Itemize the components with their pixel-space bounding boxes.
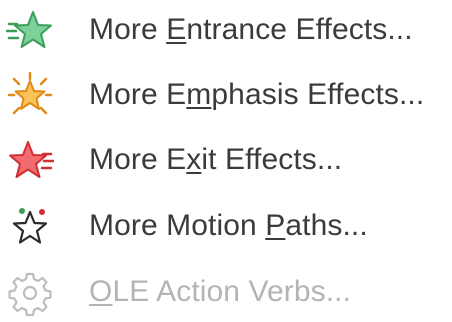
animation-effects-menu: More Entrance Effects... More Emphasis E… (0, 0, 452, 317)
accelerator-key: O (89, 275, 113, 308)
menu-item-more-exit-effects[interactable]: More Exit Effects... (0, 130, 452, 190)
menu-item-more-emphasis-effects[interactable]: More Emphasis Effects... (0, 65, 452, 125)
exit-effect-star-icon (6, 136, 54, 184)
accelerator-key: m (186, 78, 212, 111)
menu-item-label: More Emphasis Effects... (89, 78, 425, 111)
emphasis-effect-star-icon (6, 71, 54, 119)
menu-item-label: More Entrance Effects... (89, 13, 413, 46)
accelerator-key: E (166, 13, 187, 46)
menu-item-label: OLE Action Verbs... (89, 275, 352, 308)
menu-item-more-motion-paths[interactable]: More Motion Paths... (0, 196, 452, 256)
menu-item-label: More Exit Effects... (89, 143, 343, 176)
motion-path-star-icon (6, 202, 54, 250)
menu-item-ole-action-verbs[interactable]: OLE Action Verbs... (0, 262, 452, 322)
gear-icon (6, 268, 54, 316)
accelerator-key: P (265, 209, 286, 242)
menu-item-label: More Motion Paths... (89, 209, 368, 242)
accelerator-key: x (186, 143, 202, 176)
menu-item-more-entrance-effects[interactable]: More Entrance Effects... (0, 0, 452, 60)
entrance-effect-star-icon (6, 6, 54, 54)
